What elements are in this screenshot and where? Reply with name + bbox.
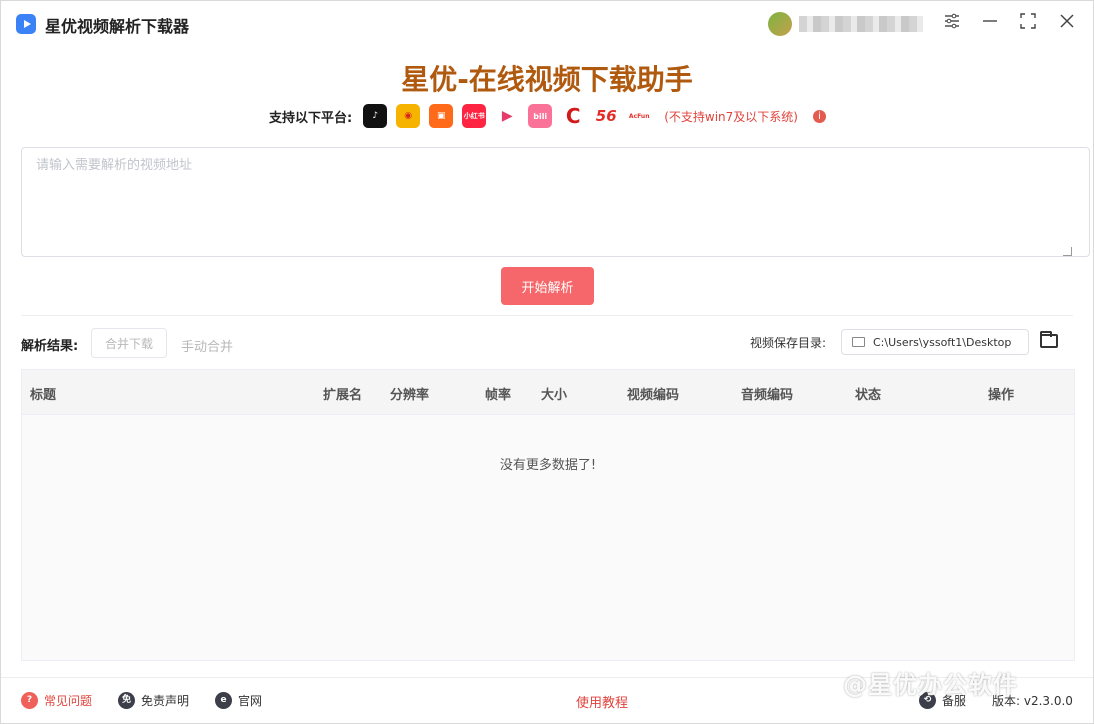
table-header: 标题 扩展名 分辨率 帧率 大小 视频编码 音频编码 状态 操作 [22, 370, 1074, 415]
question-icon: ? [21, 692, 38, 709]
website-link[interactable]: e 官网 [215, 692, 262, 709]
empty-message: 没有更多数据了! [499, 458, 597, 473]
app-title: 星优视频解析下载器 [45, 17, 190, 36]
disclaimer-icon: 免 [118, 692, 135, 709]
results-label: 解析结果: [21, 339, 79, 354]
col-resolution: 分辨率 [390, 388, 430, 403]
col-title: 标题 [30, 388, 57, 403]
bilibili-icon: bili [528, 104, 553, 128]
douyin-icon: ♪ [363, 104, 388, 128]
minimize-icon[interactable] [978, 12, 1002, 36]
resize-grip-icon[interactable] [1063, 247, 1072, 256]
maximize-icon[interactable] [1016, 12, 1040, 36]
merge-download-button[interactable]: 合并下载 [91, 328, 167, 358]
platforms-label: 支持以下平台: [269, 110, 353, 126]
app-window: 星优视频解析下载器 星优-在线视频下载助手 支持以下平台: ♪ ◉ ▣ 小红书 … [0, 0, 1094, 724]
acfun-icon: AcFun [627, 104, 652, 128]
video-url-input[interactable] [21, 147, 1090, 257]
col-actions: 操作 [988, 388, 1015, 403]
start-parse-button[interactable]: 开始解析 [501, 267, 594, 305]
disclaimer-link[interactable]: 免 免责声明 [118, 692, 189, 709]
title-bar: 星优视频解析下载器 [1, 1, 1093, 47]
watermark: @星优办公软件 [843, 671, 1018, 699]
save-dir-label: 视频保存目录: [750, 336, 827, 350]
info-icon[interactable]: i [812, 109, 826, 123]
col-video-codec: 视频编码 [627, 388, 680, 403]
browser-icon: e [215, 692, 232, 709]
col-size: 大小 [541, 388, 568, 403]
app-logo-icon [16, 14, 36, 34]
col-framerate: 帧率 [485, 388, 512, 403]
manual-merge-button[interactable]: 手动合并 [181, 336, 233, 355]
col-audio-codec: 音频编码 [741, 388, 794, 403]
settings-icon[interactable] [940, 12, 964, 36]
username-blurred[interactable] [799, 16, 923, 32]
avatar[interactable] [768, 12, 792, 36]
close-icon[interactable] [1055, 12, 1079, 36]
xiaohongshu-icon: 小红书 [462, 104, 487, 128]
save-dir-field[interactable]: C:\Users\yssoft1\Desktop [841, 329, 1029, 355]
col-status: 状态 [855, 388, 882, 403]
faq-link[interactable]: ? 常见问题 [21, 692, 92, 709]
weibo-icon: ◉ [396, 104, 421, 128]
results-table: 标题 扩展名 分辨率 帧率 大小 视频编码 音频编码 状态 操作 没有更多数据了… [21, 369, 1075, 661]
tutorial-link[interactable]: 使用教程 [576, 692, 628, 711]
youku-icon: ▶ [495, 104, 520, 128]
platform-row: 支持以下平台: ♪ ◉ ▣ 小红书 ▶ bili C 56 AcFun (不支持… [269, 104, 826, 128]
56-icon: 56 [594, 104, 619, 128]
save-dir-value: C:\Users\yssoft1\Desktop [873, 335, 1012, 349]
open-folder-icon[interactable] [1040, 331, 1058, 348]
cctv-icon: C [561, 104, 586, 128]
divider [21, 315, 1073, 316]
main-title: 星优-在线视频下载助手 [401, 63, 693, 96]
folder-icon [852, 337, 865, 347]
col-extension: 扩展名 [323, 388, 363, 403]
kuaishou-icon: ▣ [429, 104, 454, 128]
system-note: (不支持win7及以下系统) [664, 109, 798, 124]
